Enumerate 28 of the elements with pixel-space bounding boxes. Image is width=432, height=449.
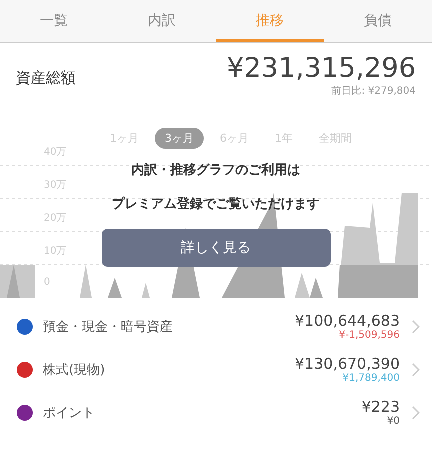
- period-tab[interactable]: 3ヶ月: [155, 128, 204, 149]
- total-assets-amount: ¥231,315,296: [227, 53, 416, 84]
- tab[interactable]: 内訳: [108, 0, 216, 42]
- tab[interactable]: 一覧: [0, 0, 108, 42]
- area-shape: [310, 278, 323, 298]
- premium-message: 内訳・推移グラフのご利用は: [132, 162, 300, 179]
- area-shape: [142, 283, 150, 298]
- details-button[interactable]: 詳しく見る: [102, 229, 330, 267]
- category-amount: ¥100,644,683: [295, 312, 400, 330]
- chevron-right-icon[interactable]: [412, 320, 420, 334]
- category-amount: ¥130,670,390: [295, 355, 400, 373]
- area-shape: [295, 273, 310, 298]
- chevron-right-icon[interactable]: [412, 362, 420, 376]
- category-change: ¥-1,509,596: [339, 330, 400, 341]
- category-name: 株式(現物): [43, 362, 106, 378]
- premium-message: プレミアム登録でご覧いただけます: [112, 196, 320, 213]
- tab[interactable]: 負債: [324, 0, 432, 42]
- category-name: 預金・現金・暗号資産: [43, 318, 174, 336]
- chevron-right-icon[interactable]: [412, 406, 420, 420]
- day-change-text: 前日比: ¥279,804: [332, 84, 416, 98]
- area-shape: [108, 278, 122, 298]
- total-assets-label: 資産総額: [16, 69, 76, 89]
- area-shape: [80, 265, 92, 298]
- category-change: ¥1,789,400: [342, 373, 400, 384]
- category-amount: ¥223: [362, 398, 400, 416]
- category-change: ¥0: [387, 416, 400, 427]
- tab[interactable]: 推移: [216, 0, 324, 42]
- category-name: ポイント: [43, 404, 96, 422]
